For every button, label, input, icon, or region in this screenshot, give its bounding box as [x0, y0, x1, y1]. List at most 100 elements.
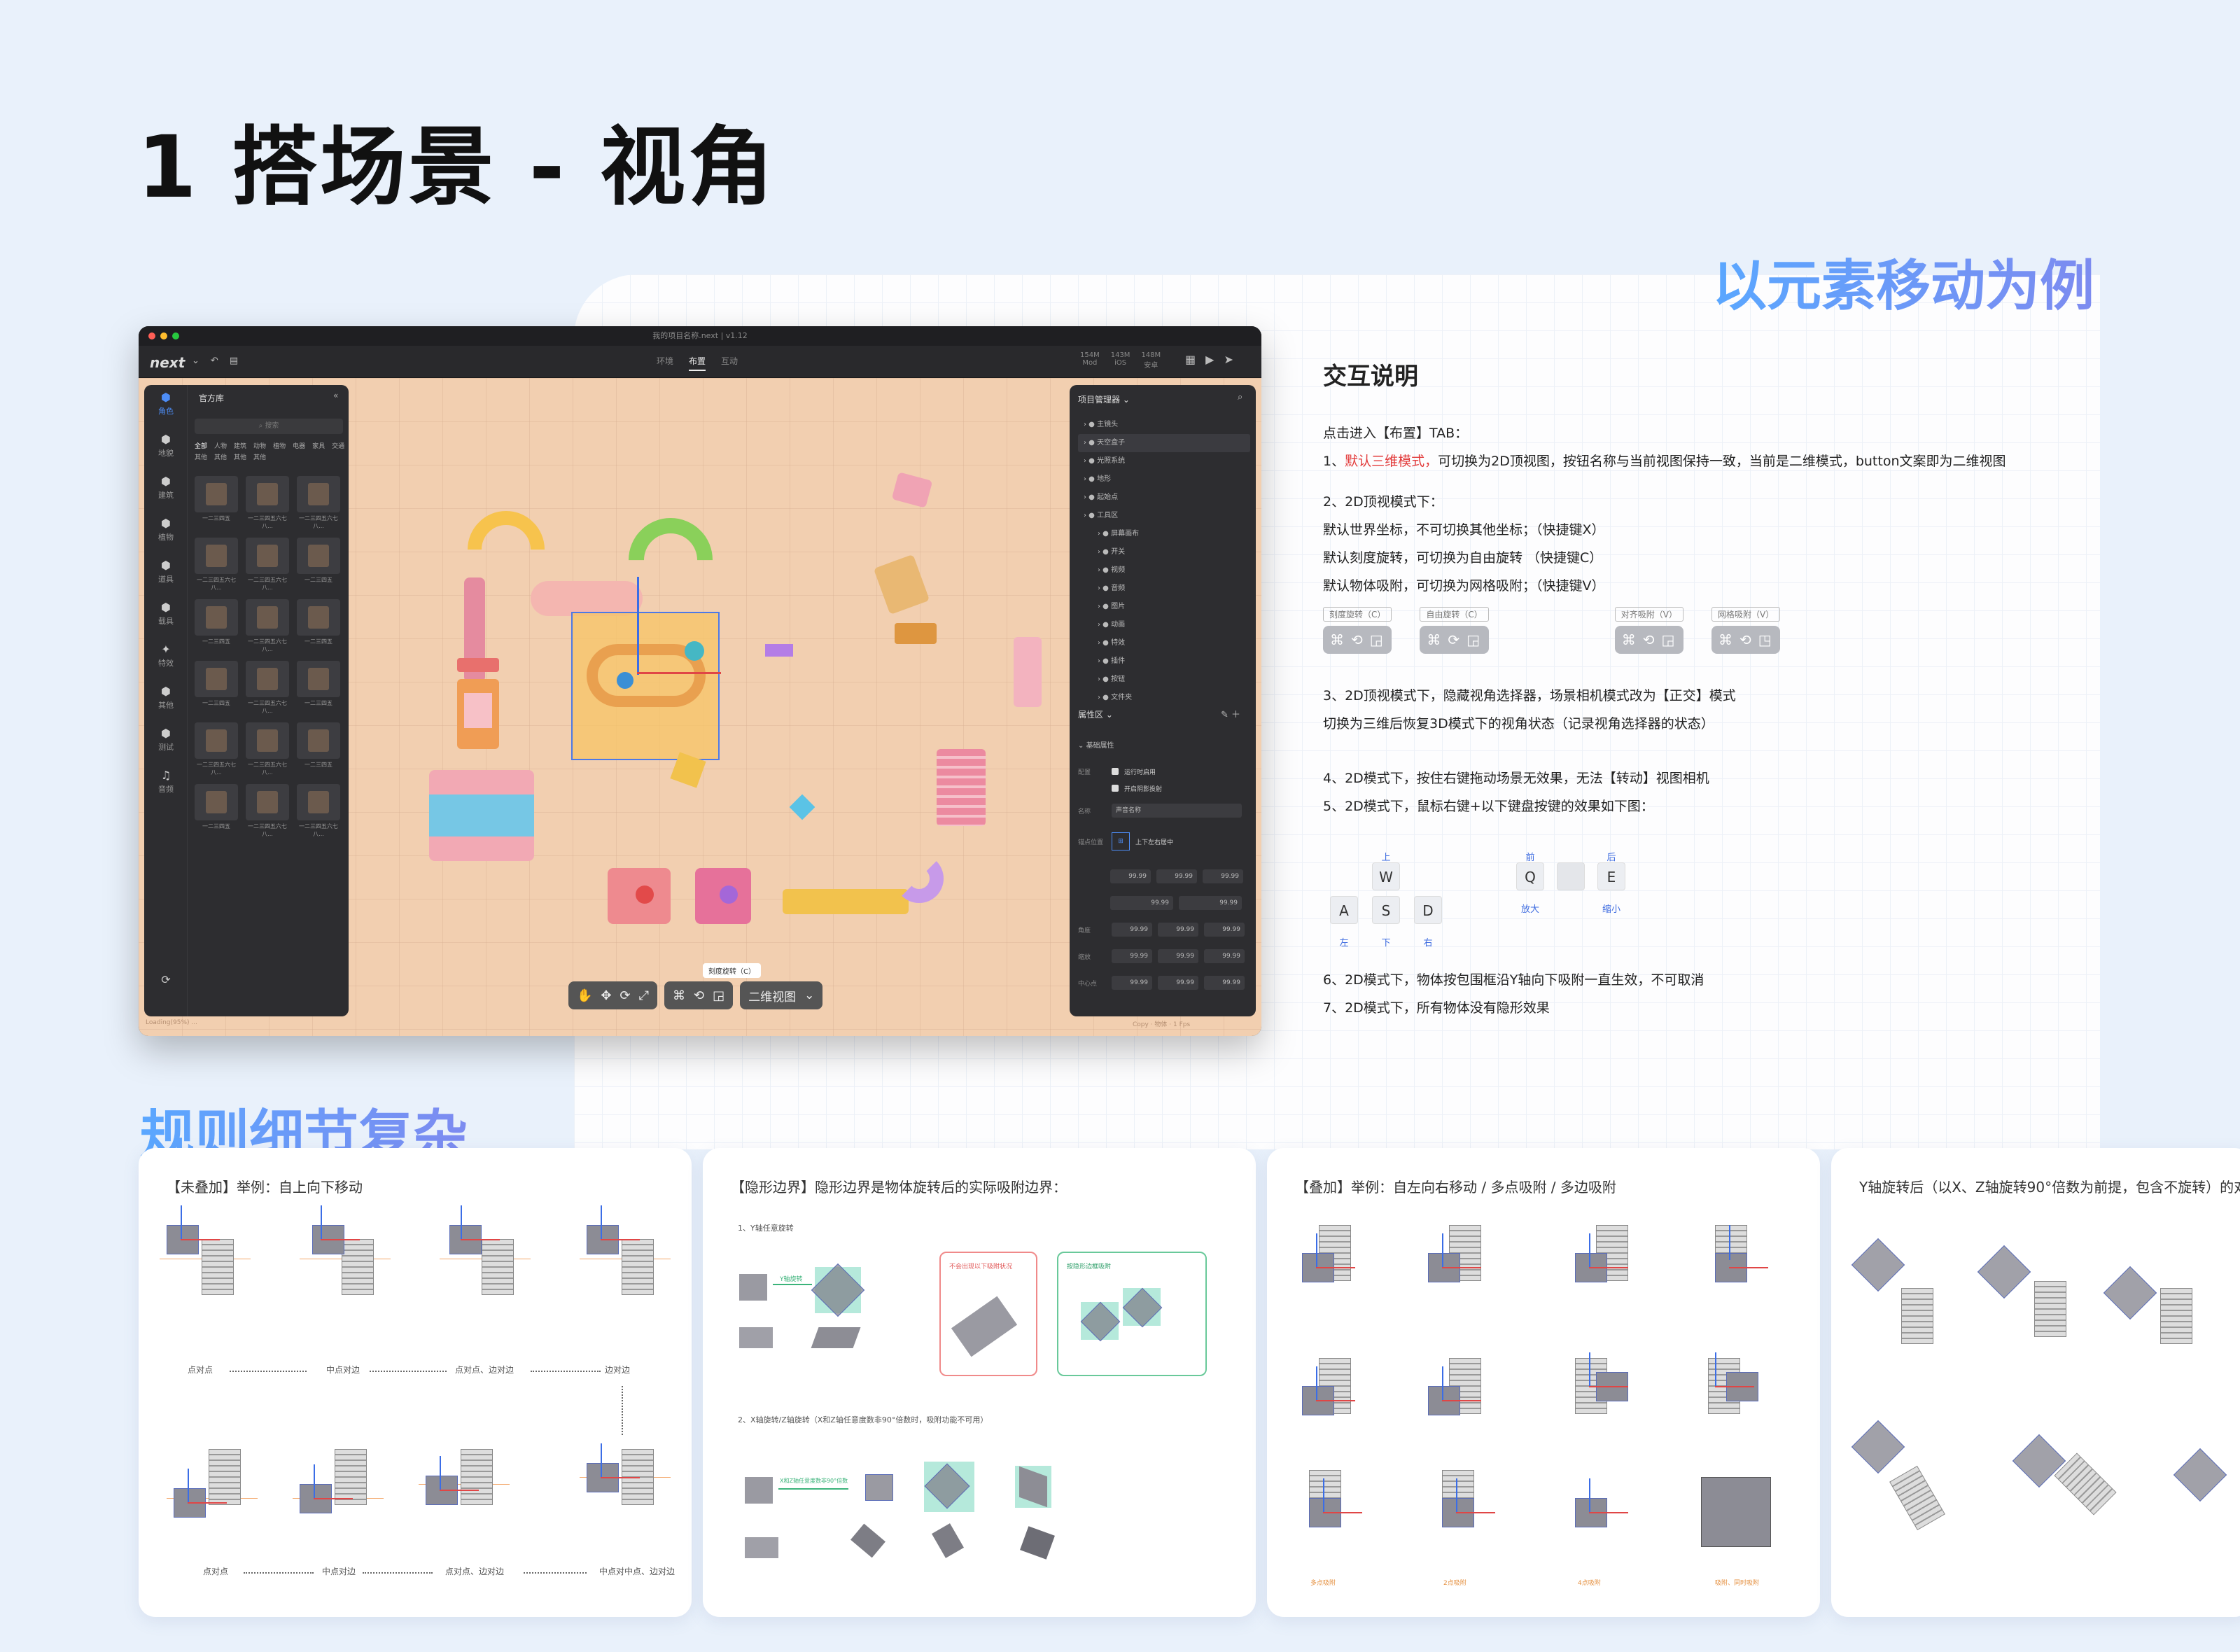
rail-item-character[interactable]: ⬢ 角色	[144, 385, 188, 427]
height-input[interactable]: 99.99	[1179, 896, 1242, 910]
edit-icon[interactable]: ✎ ＋	[1221, 707, 1240, 720]
tree-item[interactable]: › ● 音频	[1078, 580, 1250, 598]
scale-x-input[interactable]: 99.99	[1112, 949, 1152, 963]
category-tab[interactable]: 其他	[253, 452, 266, 461]
project-manager-title[interactable]: 项目管理器 ⌄	[1078, 393, 1130, 405]
library-asset-item[interactable]: 一二三四五	[195, 599, 238, 655]
rail-item-audio[interactable]: ♫ 音频	[144, 763, 188, 805]
scale-tool-icon[interactable]: ⤢	[639, 988, 649, 1003]
tree-item[interactable]: › ● 文件夹	[1078, 689, 1250, 707]
library-asset-item[interactable]: 一二三四五六七八...	[246, 722, 289, 778]
rail-item-vehicle[interactable]: ⬢ 载具	[144, 595, 188, 637]
tree-item[interactable]: › ● 插件	[1078, 652, 1250, 671]
category-tab[interactable]: 全部	[195, 441, 207, 450]
tree-item[interactable]: › ● 主镜头	[1078, 416, 1250, 434]
rail-item-terrain[interactable]: ⬢ 地貌	[144, 427, 188, 469]
save-icon[interactable]: ▤	[230, 356, 238, 366]
properties-title[interactable]: 属性区 ⌄	[1078, 708, 1113, 720]
library-asset-item[interactable]: 一二三四五六七八...	[297, 476, 340, 532]
category-tab[interactable]: 植物	[273, 441, 286, 450]
library-asset-item[interactable]: 一二三四五六七八...	[195, 538, 238, 594]
position-x-input[interactable]: 99.99	[1110, 869, 1151, 883]
library-asset-item[interactable]: 一二三四五	[297, 661, 340, 717]
collapse-panel-icon[interactable]: «	[333, 391, 338, 400]
scale-y-input[interactable]: 99.99	[1158, 949, 1198, 963]
anchor-picker[interactable]: ⊞	[1112, 832, 1130, 850]
gizmo-center[interactable]	[617, 672, 634, 689]
view-mode-button[interactable]: 二维视图 ⌄	[740, 981, 823, 1009]
tab-layout[interactable]: 布置	[689, 355, 706, 371]
play-icon[interactable]: ▶	[1205, 353, 1214, 366]
library-asset-item[interactable]: 一二三四五六七八...	[246, 476, 289, 532]
category-tab[interactable]: 其他	[234, 452, 246, 461]
tree-item[interactable]: › ● 天空盒子	[1078, 434, 1250, 452]
gizmo-y-axis[interactable]	[637, 577, 639, 675]
position-z-input[interactable]: 99.99	[1203, 869, 1243, 883]
library-asset-item[interactable]: 一二三四五六七八...	[246, 661, 289, 717]
basic-properties-header[interactable]: ⌄ 基础属性	[1078, 739, 1114, 750]
run-enable-checkbox[interactable]	[1112, 768, 1119, 775]
library-asset-item[interactable]: 一二三四五六七八...	[246, 538, 289, 594]
rail-item-test[interactable]: ⬢ 测试	[144, 721, 188, 763]
tree-item[interactable]: › ● 特效	[1078, 634, 1250, 652]
tree-item[interactable]: › ● 开关	[1078, 543, 1250, 561]
move-tool-icon[interactable]: ✥	[601, 988, 611, 1003]
tree-item[interactable]: › ● 地形	[1078, 470, 1250, 489]
library-asset-item[interactable]: 一二三四五	[297, 599, 340, 655]
category-tab[interactable]: 动物	[253, 441, 266, 450]
rail-item-effect[interactable]: ✦ 特效	[144, 637, 188, 679]
tab-interaction[interactable]: 互动	[721, 355, 738, 371]
pivot-z-input[interactable]: 99.99	[1204, 976, 1245, 990]
minimize-window-button[interactable]	[160, 332, 167, 340]
library-asset-item[interactable]: 一二三四五六七八...	[297, 784, 340, 840]
rotate-tool-icon[interactable]: ⟳	[620, 988, 631, 1003]
tree-item[interactable]: › ● 动画	[1078, 616, 1250, 634]
world-coordinate-icon[interactable]: ⌘	[673, 988, 685, 1003]
tree-item[interactable]: › ● 视频	[1078, 561, 1250, 580]
category-tab[interactable]: 交通	[332, 441, 344, 450]
library-asset-item[interactable]: 一二三四五	[195, 661, 238, 717]
name-input[interactable]: 声音名称	[1112, 804, 1242, 818]
library-asset-item[interactable]: 一二三四五六七八...	[195, 722, 238, 778]
library-search-input[interactable]: ⌕ 搜索	[195, 419, 343, 434]
tree-item[interactable]: › ● 光照系统	[1078, 452, 1250, 470]
hand-tool-icon[interactable]: ✋	[577, 988, 592, 1003]
tree-item[interactable]: › ● 工具区	[1078, 507, 1250, 525]
shadow-checkbox[interactable]	[1112, 785, 1119, 792]
library-asset-item[interactable]: 一二三四五	[195, 476, 238, 532]
tree-item[interactable]: › ● 图片	[1078, 598, 1250, 616]
tree-item[interactable]: › ● 屏幕画布	[1078, 525, 1250, 543]
search-icon[interactable]: ⌕	[1238, 392, 1242, 402]
library-asset-item[interactable]: 一二三四五六七八...	[246, 599, 289, 655]
pivot-x-input[interactable]: 99.99	[1112, 976, 1152, 990]
refresh-icon[interactable]: ⟳	[144, 967, 188, 1009]
pivot-y-input[interactable]: 99.99	[1158, 976, 1198, 990]
library-asset-item[interactable]: 一二三四五	[195, 784, 238, 840]
category-tab[interactable]: 电器	[293, 441, 305, 450]
rail-item-building[interactable]: ⬢ 建筑	[144, 469, 188, 511]
rail-item-prop[interactable]: ⬢ 道具	[144, 553, 188, 595]
rail-item-plant[interactable]: ⬢ 植物	[144, 511, 188, 553]
qr-code-icon[interactable]: ▦	[1185, 353, 1196, 366]
position-y-input[interactable]: 99.99	[1156, 869, 1197, 883]
category-tab[interactable]: 家具	[312, 441, 325, 450]
gizmo-x-axis[interactable]	[637, 672, 721, 674]
tree-item[interactable]: › ● 按钮	[1078, 671, 1250, 689]
library-asset-item[interactable]: 一二三四五六七八...	[246, 784, 289, 840]
category-tab[interactable]: 建筑	[234, 441, 246, 450]
scale-z-input[interactable]: 99.99	[1204, 949, 1245, 963]
category-tab[interactable]: 人物	[214, 441, 227, 450]
library-asset-item[interactable]: 一二三四五	[297, 538, 340, 594]
library-asset-item[interactable]: 一二三四五	[297, 722, 340, 778]
publish-icon[interactable]: ➤	[1224, 353, 1233, 366]
undo-icon[interactable]: ↶	[211, 356, 218, 366]
rail-item-other[interactable]: ⬢ 其他	[144, 679, 188, 721]
maximize-window-button[interactable]	[172, 332, 179, 340]
width-input[interactable]: 99.99	[1110, 896, 1173, 910]
tab-environment[interactable]: 环境	[657, 355, 673, 371]
angle-x-input[interactable]: 99.99	[1112, 923, 1152, 937]
menu-chevron-down-icon[interactable]: ⌄	[192, 356, 200, 366]
angle-y-input[interactable]: 99.99	[1158, 923, 1198, 937]
category-tab[interactable]: 其他	[214, 452, 227, 461]
scale-rotate-icon[interactable]: ⟲	[694, 988, 704, 1003]
